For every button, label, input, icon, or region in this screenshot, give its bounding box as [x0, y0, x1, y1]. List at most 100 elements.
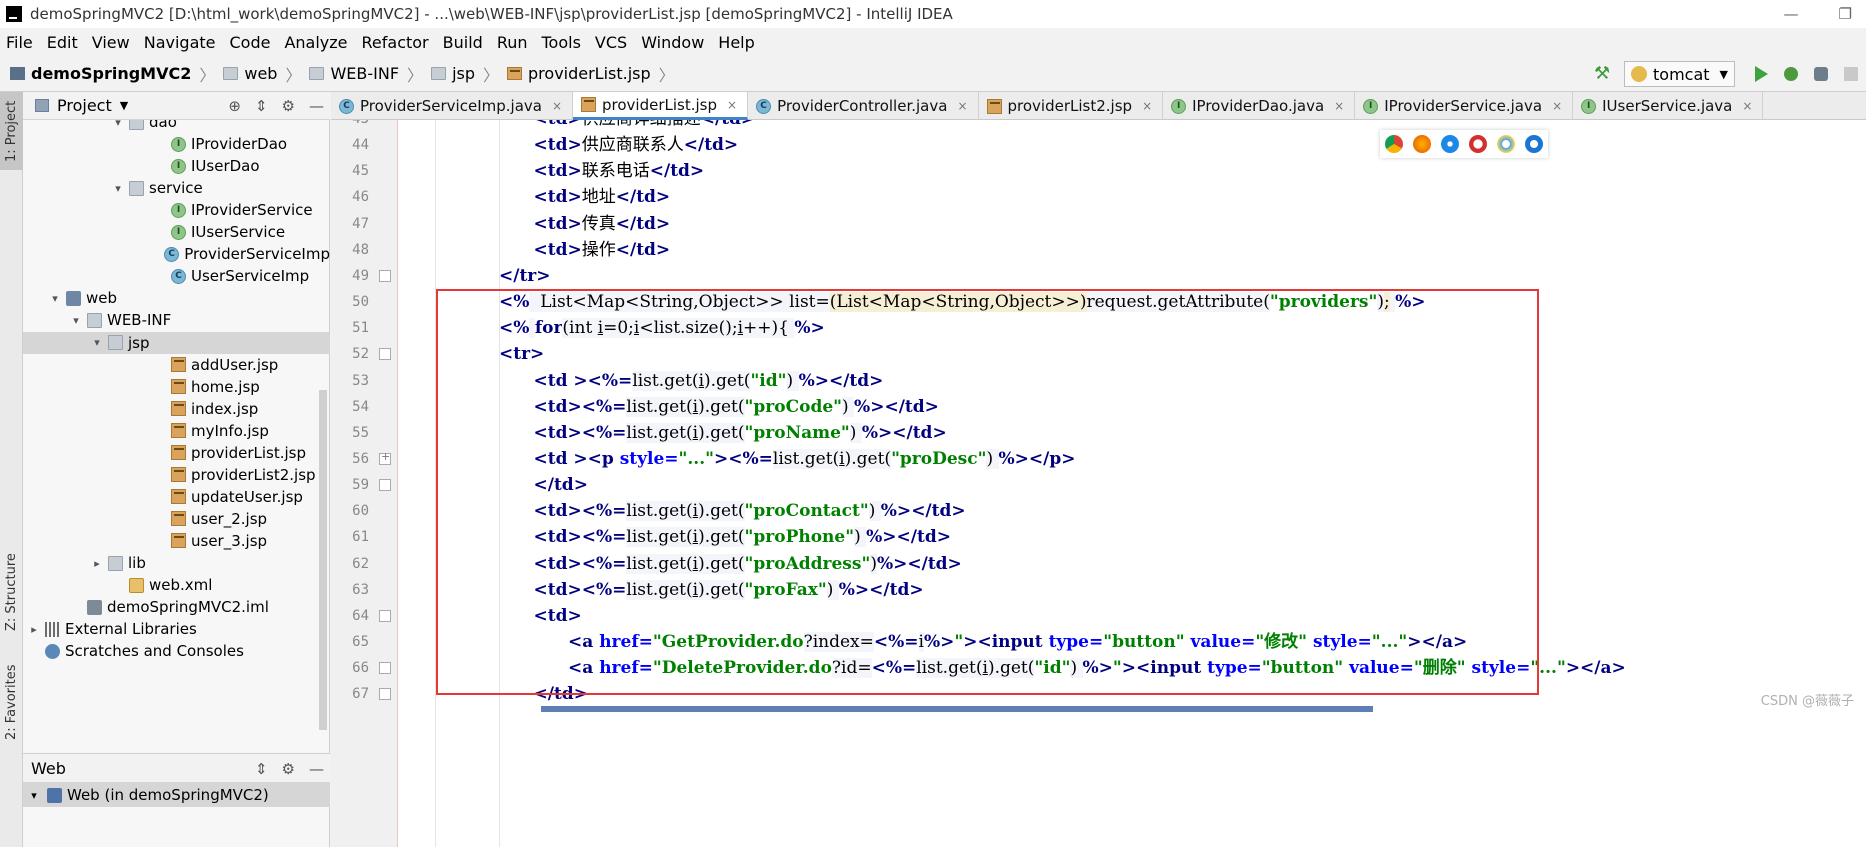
tree-item[interactable]: ▸ External Libraries	[23, 618, 330, 640]
minimize-icon[interactable]: —	[1784, 0, 1799, 28]
tree-item[interactable]: home.jsp	[23, 376, 330, 398]
breadcrumb-item[interactable]: jsp 〉	[431, 62, 499, 86]
tree-item[interactable]: ▾ service	[23, 177, 330, 199]
run-config-selector[interactable]: tomcat ▼	[1624, 61, 1735, 87]
menu-item-edit[interactable]: Edit	[47, 33, 78, 52]
chevron-down-icon[interactable]: ▼	[120, 99, 128, 112]
fold-marker-icon[interactable]	[379, 662, 391, 675]
build-hammer-icon[interactable]: ⚒	[1594, 64, 1614, 84]
debug-bug-icon[interactable]	[1784, 67, 1798, 81]
project-panel-title[interactable]: Project	[57, 96, 112, 115]
tree-item[interactable]: Scratches and Consoles	[23, 640, 330, 662]
menu-item-analyze[interactable]: Analyze	[284, 33, 347, 52]
stop-icon[interactable]	[1844, 67, 1858, 81]
chevron-down-icon[interactable]: ▾	[111, 120, 125, 129]
tree-item[interactable]: ▸ lib	[23, 552, 330, 574]
tree-item[interactable]: myInfo.jsp	[23, 420, 330, 442]
fold-marker-icon[interactable]	[379, 348, 391, 361]
chevron-right-icon[interactable]: ▸	[90, 557, 104, 570]
breadcrumb-item[interactable]: web 〉	[223, 62, 301, 86]
chrome-icon[interactable]	[1385, 135, 1403, 153]
fold-marker-icon[interactable]	[379, 479, 391, 492]
close-icon[interactable]: ×	[1552, 99, 1562, 113]
firefox-icon[interactable]	[1413, 135, 1431, 153]
tree-item[interactable]: ▾ dao	[23, 120, 330, 133]
chevron-down-icon[interactable]: ▾	[90, 336, 104, 349]
tree-item[interactable]: providerList2.jsp	[23, 464, 330, 486]
tree-item[interactable]: I IProviderService	[23, 199, 330, 221]
tree-item[interactable]: providerList.jsp	[23, 442, 330, 464]
breadcrumb-item[interactable]: WEB-INF 〉	[309, 62, 423, 86]
menu-item-navigate[interactable]: Navigate	[144, 33, 216, 52]
horizontal-scrollbar[interactable]	[541, 706, 1373, 712]
tree-item[interactable]: ▾ web	[23, 287, 330, 309]
tree-item[interactable]: ▾ WEB-INF	[23, 309, 330, 331]
menu-item-tools[interactable]: Tools	[542, 33, 581, 52]
tree-item[interactable]: user_2.jsp	[23, 508, 330, 530]
chevron-down-icon[interactable]: ▾	[69, 314, 83, 327]
hide-panel-icon[interactable]: —	[309, 97, 324, 115]
editor-tab[interactable]: C ProviderServiceImp.java ×	[331, 92, 574, 120]
tree-item[interactable]: I IUserDao	[23, 155, 330, 177]
chevron-down-icon[interactable]: ▾	[111, 182, 125, 195]
chevron-right-icon[interactable]: ▸	[27, 623, 41, 636]
restore-icon[interactable]: ❐	[1839, 0, 1852, 28]
run-play-icon[interactable]	[1755, 66, 1768, 82]
menu-item-code[interactable]: Code	[230, 33, 271, 52]
close-icon[interactable]: ×	[1742, 99, 1752, 113]
breadcrumb-item[interactable]: demoSpringMVC2 〉	[10, 62, 215, 86]
editor-tab[interactable]: I IProviderDao.java ×	[1163, 92, 1356, 120]
tree-item[interactable]: I IProviderDao	[23, 133, 330, 155]
locate-target-icon[interactable]: ⊕	[228, 97, 241, 115]
tree-item[interactable]: updateUser.jsp	[23, 486, 330, 508]
tree-item[interactable]: demoSpringMVC2.iml	[23, 596, 330, 618]
close-icon[interactable]: ×	[727, 98, 737, 112]
tool-tab-favorites[interactable]: 2: Favorites	[0, 652, 23, 752]
tree-item[interactable]: index.jsp	[23, 398, 330, 420]
close-icon[interactable]: ×	[1334, 99, 1344, 113]
menu-item-view[interactable]: View	[92, 33, 130, 52]
tree-item[interactable]: web.xml	[23, 574, 330, 596]
tree-item[interactable]: C ProviderServiceImp	[23, 243, 330, 265]
edge-icon[interactable]	[1525, 135, 1543, 153]
safari-icon[interactable]	[1441, 135, 1459, 153]
editor-tab[interactable]: providerList.jsp ×	[573, 92, 749, 120]
tree-item[interactable]: C UserServiceImp	[23, 265, 330, 287]
gear-icon[interactable]: ⚙	[282, 760, 295, 778]
fold-marker-icon[interactable]	[379, 688, 391, 701]
menu-item-run[interactable]: Run	[497, 33, 528, 52]
close-icon[interactable]: ×	[552, 99, 562, 113]
coverage-icon[interactable]	[1814, 67, 1828, 81]
project-tree-scrollbar[interactable]	[319, 390, 327, 730]
web-tree-row[interactable]: ▾ Web (in demoSpringMVC2)	[23, 783, 330, 807]
editor-tab[interactable]: I IUserService.java ×	[1573, 92, 1764, 120]
menu-item-file[interactable]: File	[6, 33, 33, 52]
tree-item[interactable]: I IUserService	[23, 221, 330, 243]
fold-marker-icon[interactable]	[379, 450, 391, 465]
tool-tab-structure[interactable]: Z: Structure	[0, 547, 23, 637]
collapse-all-icon[interactable]: ⇕	[255, 97, 268, 115]
menu-item-help[interactable]: Help	[718, 33, 754, 52]
tree-item[interactable]: user_3.jsp	[23, 530, 330, 552]
hide-panel-icon[interactable]: —	[309, 760, 324, 778]
editor-tab[interactable]: providerList2.jsp ×	[979, 92, 1164, 120]
fold-marker-icon[interactable]	[379, 269, 391, 282]
tree-item[interactable]: addUser.jsp	[23, 354, 330, 376]
menu-item-vcs[interactable]: VCS	[595, 33, 627, 52]
fold-marker-icon[interactable]	[379, 609, 391, 622]
menu-item-window[interactable]: Window	[641, 33, 704, 52]
close-icon[interactable]: ×	[957, 99, 967, 113]
breadcrumb-item[interactable]: providerList.jsp 〉	[507, 62, 675, 86]
editor-tab[interactable]: C ProviderController.java ×	[748, 92, 979, 120]
chevron-down-icon[interactable]: ▾	[27, 789, 41, 802]
collapse-all-icon[interactable]: ⇕	[255, 760, 268, 778]
menu-item-build[interactable]: Build	[443, 33, 483, 52]
code-editor[interactable]: 43 44 45 46 47 48 49 50 51 52 53 54 55 56 59 60 61 62 63 64…	[331, 120, 1866, 847]
chevron-down-icon[interactable]: ▾	[48, 292, 62, 305]
opera-icon[interactable]	[1469, 135, 1487, 153]
gear-icon[interactable]: ⚙	[282, 97, 295, 115]
editor-tab[interactable]: I IProviderService.java ×	[1355, 92, 1574, 120]
tool-tab-project[interactable]: 1: Project	[0, 92, 23, 170]
ie-icon[interactable]	[1497, 135, 1515, 153]
close-icon[interactable]: ×	[1142, 99, 1152, 113]
